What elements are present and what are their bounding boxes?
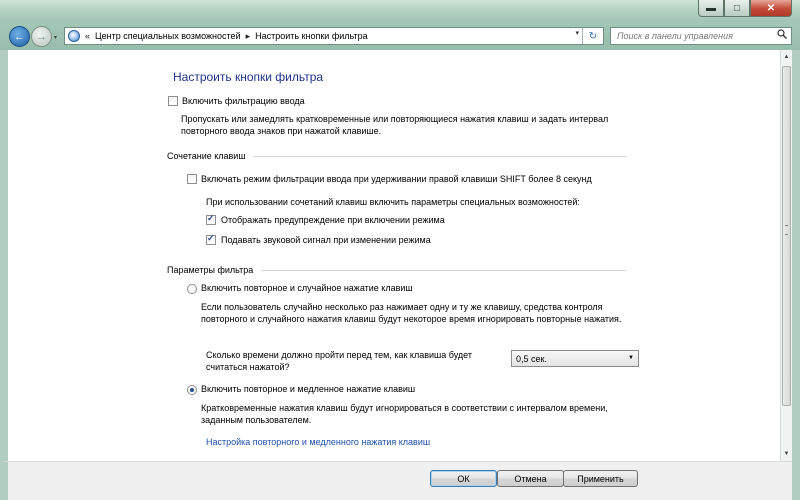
bounce-time-value: 0,5 сек. <box>516 354 547 364</box>
forward-button[interactable]: → <box>31 26 52 47</box>
repeat-keys-radio[interactable] <box>187 385 197 395</box>
scrollbar-grip-icon <box>785 225 788 235</box>
bounce-time-select[interactable]: 0,5 сек. ▼ <box>511 350 639 367</box>
window-frame-right <box>792 50 800 500</box>
address-dropdown-icon[interactable]: ▾ <box>575 29 579 37</box>
maximize-button[interactable]: □ <box>724 0 750 17</box>
search-placeholder: Поиск в панели управления <box>617 31 733 41</box>
window-controls: ▬ □ ✕ <box>698 0 792 17</box>
recent-pages-icon[interactable]: ▾ <box>54 34 57 41</box>
show-warning-label[interactable]: Отображать предупреждение при включении … <box>221 215 445 225</box>
chevron-down-icon: ▼ <box>628 355 634 361</box>
page-title: Настроить кнопки фильтра <box>173 70 324 84</box>
shortcut-options-text: При использовании сочетаний клавиш включ… <box>206 197 580 207</box>
dialog-footer: ОК Отмена Применить <box>0 461 792 500</box>
minimize-icon: ▬ <box>706 2 716 14</box>
minimize-button[interactable]: ▬ <box>698 0 724 17</box>
back-arrow-icon: ← <box>14 30 25 43</box>
forward-arrow-icon: → <box>36 30 47 43</box>
shift-shortcut-checkbox[interactable] <box>187 174 197 184</box>
scrollbar-thumb[interactable] <box>782 66 791 406</box>
bounce-keys-description: Если пользователь случайно несколько раз… <box>201 302 622 324</box>
breadcrumb-filter-keys[interactable]: Настроить кнопки фильтра <box>255 31 368 41</box>
ok-button[interactable]: ОК <box>430 470 497 487</box>
address-toolbar: ← → ▾ « Центр специальных возможностей ▸… <box>0 22 800 50</box>
refresh-icon[interactable]: ↻ <box>582 28 603 44</box>
address-bar[interactable]: « Центр специальных возможностей ▸ Настр… <box>64 27 604 45</box>
apply-button[interactable]: Применить <box>563 470 638 487</box>
sound-signal-checkbox[interactable] <box>206 233 216 245</box>
back-button[interactable]: ← <box>9 26 30 47</box>
section-divider <box>261 270 626 271</box>
main-content: Настроить кнопки фильтра Включить фильтр… <box>0 50 780 461</box>
search-icon[interactable] <box>777 29 787 39</box>
shortcut-section-heading: Сочетание клавиш <box>167 151 246 161</box>
window-titlebar: ▬ □ ✕ <box>0 0 800 22</box>
section-divider <box>254 156 626 157</box>
close-icon: ✕ <box>766 2 776 14</box>
filter-section-heading: Параметры фильтра <box>167 265 254 275</box>
enable-filter-label[interactable]: Включить фильтрацию ввода <box>182 96 305 106</box>
scroll-down-icon[interactable]: ▼ <box>781 448 792 460</box>
search-input[interactable]: Поиск в панели управления <box>610 27 792 45</box>
close-button[interactable]: ✕ <box>750 0 792 17</box>
cancel-button[interactable]: Отмена <box>497 470 564 487</box>
enable-filter-checkbox[interactable] <box>168 96 178 106</box>
enable-filter-description: Пропускать или замедлять кратковременные… <box>181 114 609 136</box>
repeat-keys-settings-link[interactable]: Настройка повторного и медленного нажати… <box>206 437 430 447</box>
repeat-keys-label[interactable]: Включить повторное и медленное нажатие к… <box>201 384 415 394</box>
sound-signal-label[interactable]: Подавать звуковой сигнал при изменении р… <box>221 235 431 245</box>
breadcrumb-overflow-icon[interactable]: « <box>85 31 90 41</box>
breadcrumb-separator-icon[interactable]: ▸ <box>246 31 251 42</box>
control-panel-icon <box>68 30 80 42</box>
breadcrumb-ease-of-access[interactable]: Центр специальных возможностей <box>95 31 241 41</box>
repeat-keys-description: Кратковременные нажатия клавиш будут игн… <box>201 403 608 425</box>
bounce-keys-label[interactable]: Включить повторное и случайное нажатие к… <box>201 283 413 293</box>
scroll-up-icon[interactable]: ▲ <box>781 51 792 63</box>
maximize-icon: □ <box>733 2 741 14</box>
shift-shortcut-label[interactable]: Включать режим фильтрации ввода при удер… <box>201 174 592 184</box>
show-warning-checkbox[interactable] <box>206 213 216 225</box>
bounce-time-question: Сколько времени должно пройти перед тем,… <box>206 350 472 372</box>
bounce-keys-radio[interactable] <box>187 284 197 294</box>
vertical-scrollbar[interactable]: ▲ ▼ <box>780 50 792 461</box>
